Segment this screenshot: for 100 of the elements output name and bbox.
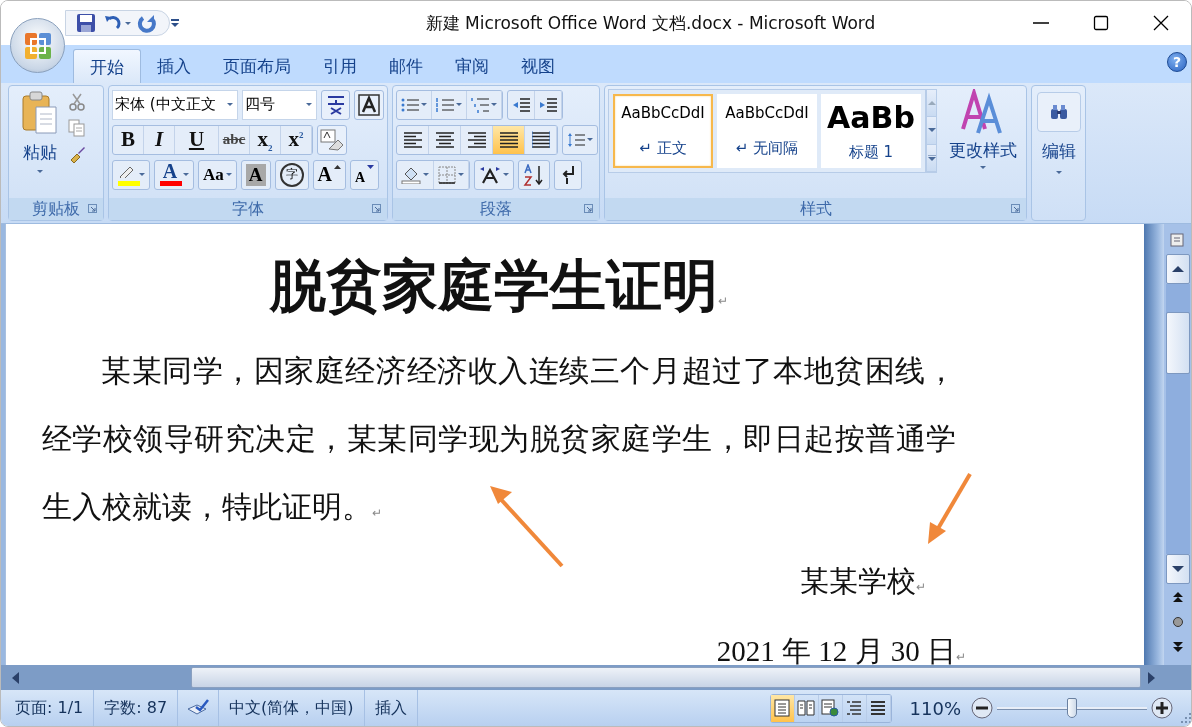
scroll-up-button[interactable] <box>1166 254 1190 285</box>
triangle-left-icon <box>11 671 19 684</box>
line-spacing-icon <box>567 131 585 148</box>
triangle-up-icon <box>1172 266 1184 273</box>
caret-icon <box>1055 170 1062 174</box>
brush-icon <box>68 144 86 163</box>
change-styles-button[interactable]: 更改样式 <box>943 88 1023 196</box>
scroll-down-button[interactable] <box>1166 554 1190 585</box>
body-paragraph: 某某同学，因家庭经济经济收入连续三个月超过了本地贫困线，经学校领导研究决定，某某同学现为脱贫家庭学生，即日起按普通学生入校就读，特此证明。↵ <box>42 355 956 524</box>
save-button[interactable] <box>76 12 96 34</box>
caret-icon <box>37 169 43 173</box>
bulleted-list-icon <box>401 96 419 113</box>
format-button[interactable]: abc <box>219 125 250 154</box>
scroll-thumb[interactable] <box>191 667 1141 689</box>
ribbon-tab[interactable]: 审阅 <box>439 48 505 83</box>
paste-button[interactable]: 粘贴 <box>12 88 68 196</box>
dialog-launcher-button[interactable] <box>372 204 381 214</box>
ribbon-tab[interactable]: 插入 <box>141 48 207 83</box>
format-button[interactable]: x$_{2}$ <box>250 125 281 154</box>
paint-bucket-icon <box>401 165 421 184</box>
word-count[interactable]: 字数: 87 <box>94 690 179 726</box>
web-view-icon <box>821 699 840 718</box>
save-icon <box>76 13 96 33</box>
font-size-dropdown[interactable]: 四号 <box>242 89 317 120</box>
bordered-letter-icon <box>358 93 381 116</box>
more-styles-button[interactable] <box>927 144 936 172</box>
dialog-launcher-button[interactable] <box>88 204 97 214</box>
zoom-out-button[interactable] <box>971 697 993 720</box>
ribbon-tab[interactable]: 页面布局 <box>207 48 307 83</box>
dialog-launcher-button[interactable] <box>1011 204 1020 214</box>
dialog-launcher-button[interactable] <box>584 204 593 214</box>
caret-icon <box>458 173 464 177</box>
format-button[interactable]: x$^{2}$ <box>281 125 312 154</box>
caret-icon <box>421 103 427 107</box>
font-tool-button[interactable]: A <box>154 159 194 190</box>
triangle-up-icon <box>333 164 341 169</box>
insert-mode-indicator[interactable]: 插入 <box>364 690 418 726</box>
style-gallery-item[interactable]: AaBbCcDdI ↵ 无间隔 <box>717 93 817 168</box>
caret-icon <box>423 173 429 177</box>
font-tool-button[interactable] <box>112 159 150 190</box>
font-tool-button[interactable]: 字 <box>274 159 309 190</box>
customize-icon <box>170 18 180 28</box>
format-button[interactable]: B <box>113 125 144 154</box>
slider-thumb[interactable] <box>1067 698 1077 719</box>
align-justify-icon <box>499 131 518 149</box>
language-indicator[interactable]: 中文(简体，中国) <box>219 690 365 726</box>
scissors-icon <box>68 92 86 111</box>
document-title: 脱贫家庭学生证明↵ <box>270 255 728 318</box>
scroll-down-button[interactable] <box>927 117 936 145</box>
scroll-thumb[interactable] <box>1166 312 1190 375</box>
dialog-launcher-icon <box>584 204 593 214</box>
font-tool-button[interactable]: A <box>240 159 271 190</box>
dialog-launcher-icon <box>372 204 381 214</box>
office-logo-icon <box>22 30 53 61</box>
font-tool-button[interactable]: A <box>349 159 380 190</box>
character-border-button[interactable] <box>354 89 384 120</box>
format-painter-button[interactable] <box>68 144 86 165</box>
format-button[interactable]: I <box>144 125 175 154</box>
group-label: 剪贴板 <box>32 198 80 220</box>
cut-button[interactable] <box>68 92 86 113</box>
ribbon-tab[interactable]: 邮件 <box>373 48 439 83</box>
show-marks-button[interactable] <box>554 159 582 190</box>
triangle-up-icon <box>927 101 936 105</box>
dialog-launcher-icon <box>1011 204 1020 214</box>
reading-view-icon <box>797 699 816 718</box>
sort-button[interactable] <box>518 159 550 190</box>
resize-grip-icon <box>1181 713 1191 723</box>
double-up-icon <box>1173 591 1183 602</box>
ruler-toggle-icon <box>1170 231 1186 248</box>
group-label: 段落 <box>480 198 512 220</box>
page-count[interactable]: 页面: 1/1 <box>5 690 95 726</box>
font-tool-button[interactable]: A <box>312 159 346 190</box>
sort-az-icon <box>523 163 545 186</box>
clear-formatting-button[interactable] <box>317 124 347 155</box>
view-button[interactable] <box>818 694 843 722</box>
alignment-button[interactable] <box>493 125 525 154</box>
ribbon-tab[interactable]: 开始 <box>73 48 141 83</box>
text-spacing-icon <box>479 165 501 184</box>
minimize-icon <box>1033 22 1049 24</box>
zoom-level-button[interactable]: 110% <box>909 697 961 719</box>
triangle-down-icon <box>1172 566 1184 573</box>
align-right-icon <box>467 131 486 149</box>
format-button[interactable]: U <box>175 125 219 154</box>
triangle-down-icon <box>927 128 936 133</box>
ribbon-tab[interactable]: 引用 <box>307 48 373 83</box>
asian-layout-button[interactable] <box>474 159 514 190</box>
font-name-dropdown[interactable]: 宋体 (中文正文 <box>112 89 239 120</box>
clipboard-icon <box>20 90 60 135</box>
phonetic-guide-button[interactable] <box>320 89 351 120</box>
font-tool-button[interactable]: Aa <box>198 159 237 190</box>
style-gallery-item[interactable]: AaBbCcDdI ↵ 正文 <box>613 93 713 168</box>
align-center-icon <box>435 131 454 149</box>
style-gallery-item[interactable]: AaBb 标题 1 <box>821 93 921 168</box>
group-label: 字体 <box>232 198 264 220</box>
editing-button[interactable]: 编辑 <box>1035 88 1082 218</box>
caret-icon <box>225 173 232 177</box>
outline-view-icon <box>845 699 864 718</box>
ribbon-tab[interactable]: 视图 <box>505 48 571 83</box>
zoom-in-button[interactable] <box>1151 697 1173 720</box>
triangle-down-icon <box>367 164 375 169</box>
